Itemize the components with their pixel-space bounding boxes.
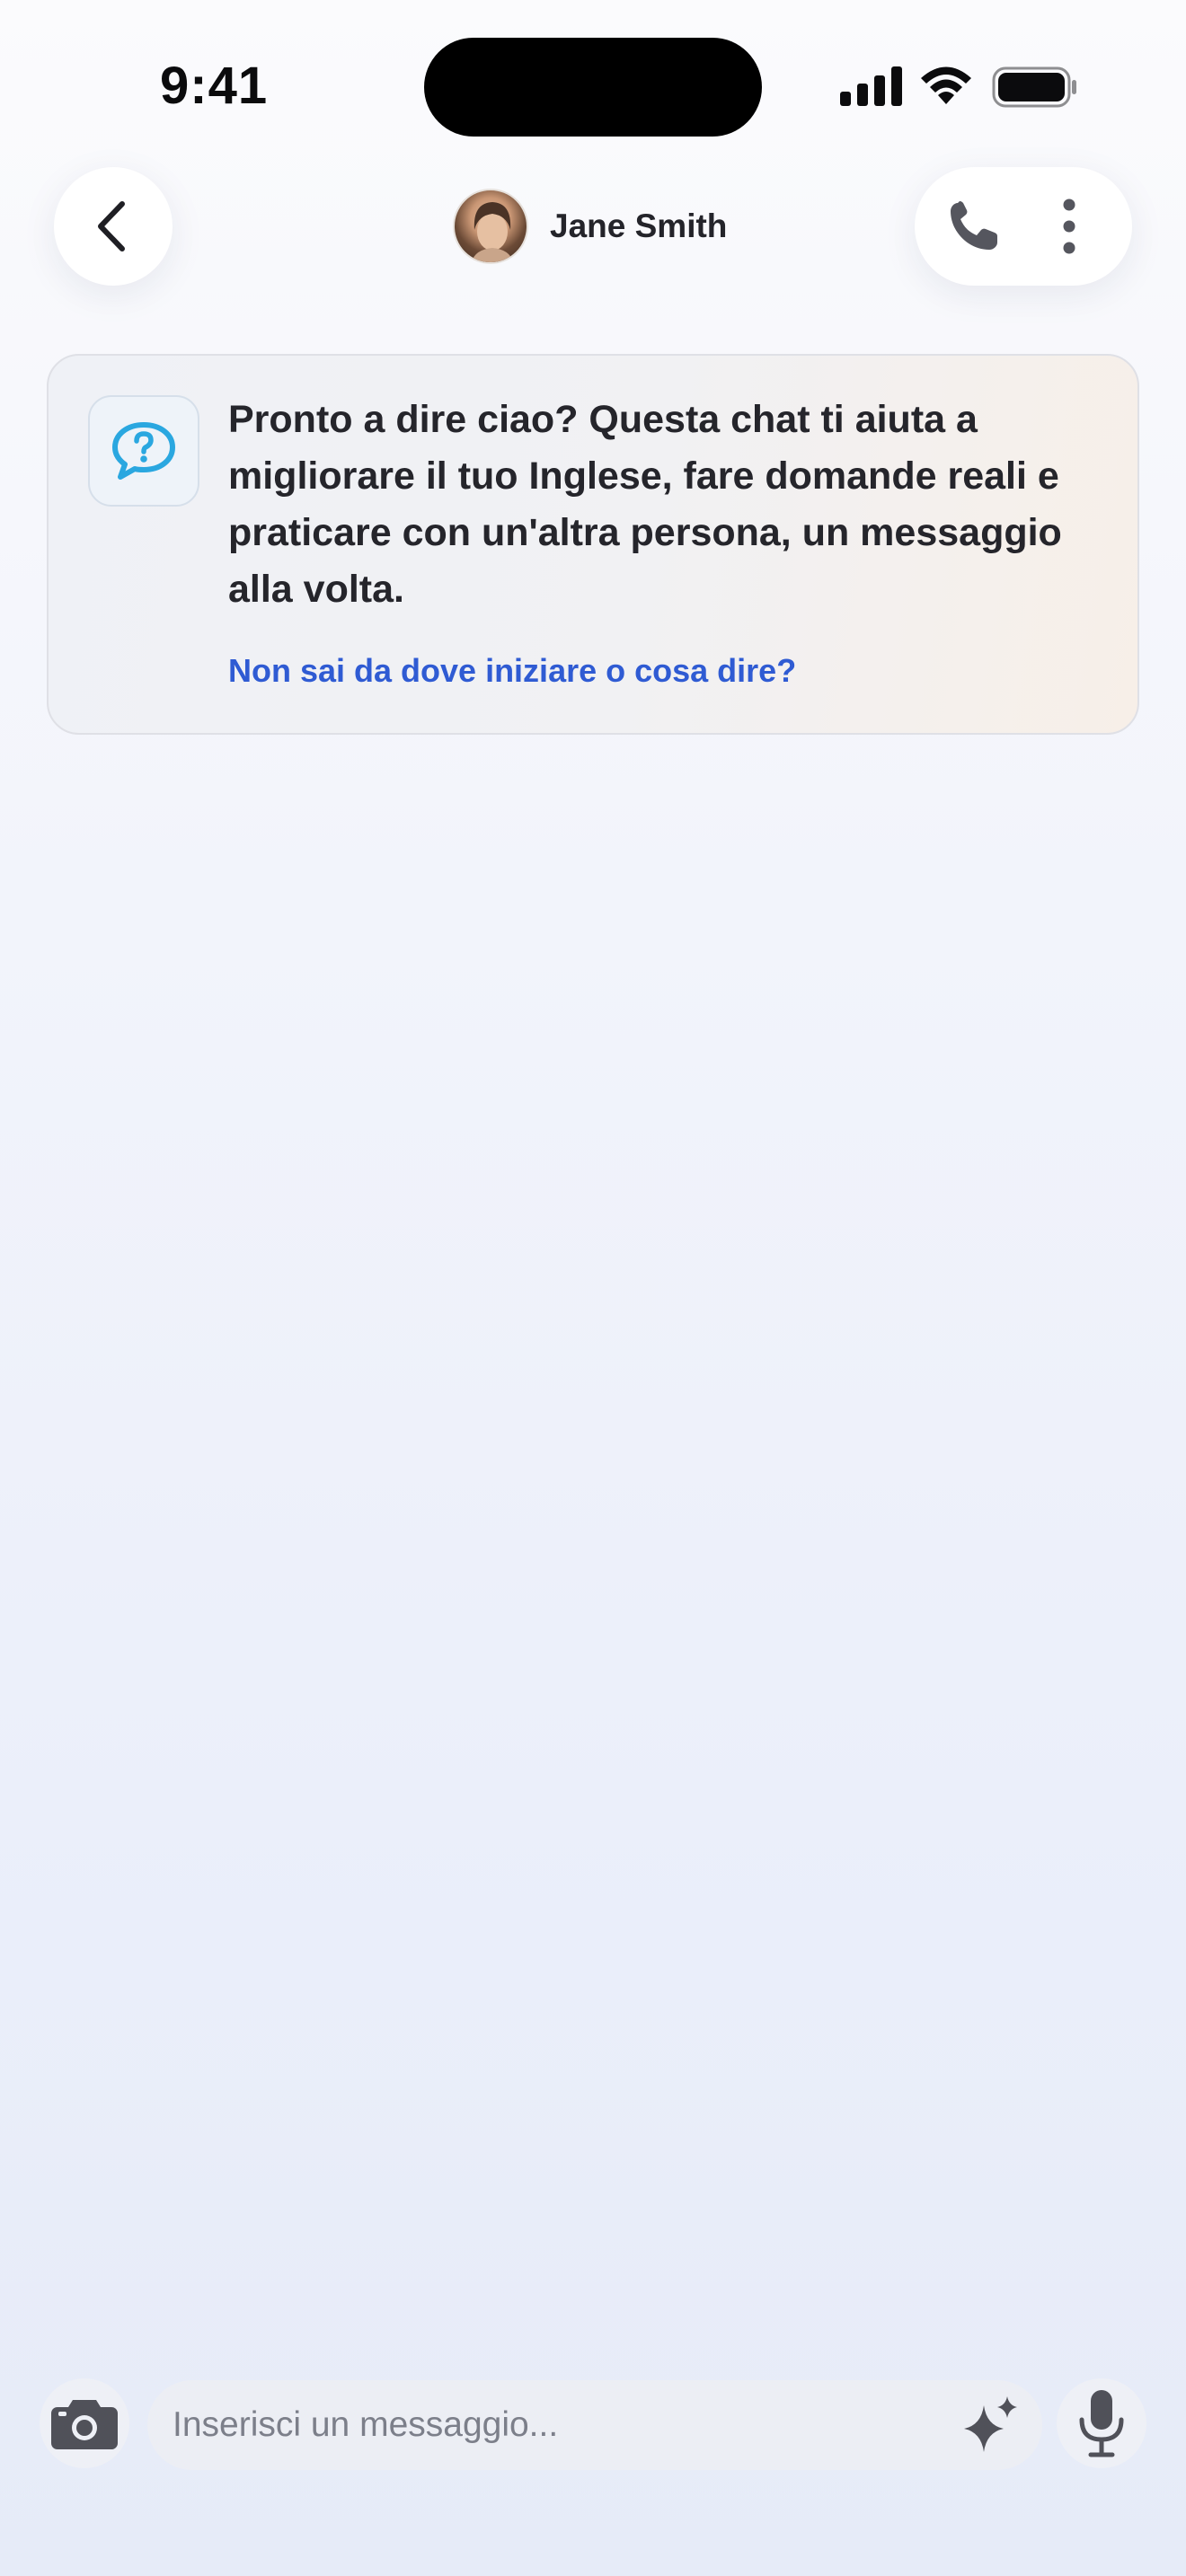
question-speech-bubble-icon <box>112 422 175 480</box>
battery-icon <box>992 66 1076 108</box>
wifi-icon <box>921 66 971 104</box>
contact-name: Jane Smith <box>550 207 728 244</box>
intro-icon-container <box>88 395 199 507</box>
microphone-button[interactable] <box>1057 2378 1146 2468</box>
phone-icon <box>951 201 997 250</box>
message-field <box>147 2380 1042 2470</box>
header-actions <box>915 167 1132 286</box>
vertical-ellipsis-icon <box>1063 198 1075 254</box>
dynamic-island <box>424 38 762 137</box>
avatar <box>453 189 528 264</box>
help-start-link[interactable]: Non sai da dove iniziare o cosa dire? <box>228 652 796 690</box>
status-time: 9:41 <box>160 57 269 115</box>
camera-icon <box>51 2400 118 2449</box>
contact-header[interactable]: Jane Smith <box>453 189 727 264</box>
status-bar: 9:41 <box>0 0 1186 162</box>
call-button[interactable] <box>934 187 1013 266</box>
intro-card: Pronto a dire ciao? Questa chat ti aiuta… <box>47 354 1139 735</box>
cellular-signal-icon <box>840 66 902 106</box>
camera-button[interactable] <box>40 2378 129 2468</box>
sparkles-icon <box>964 2396 1017 2452</box>
ai-assist-button[interactable] <box>952 2387 1028 2463</box>
back-button[interactable] <box>54 167 173 286</box>
chevron-left-icon <box>98 201 125 251</box>
more-options-button[interactable] <box>1030 187 1109 266</box>
intro-message: Pronto a dire ciao? Questa chat ti aiuta… <box>228 398 1062 611</box>
microphone-icon <box>1079 2390 1124 2457</box>
message-input[interactable] <box>173 2380 936 2470</box>
